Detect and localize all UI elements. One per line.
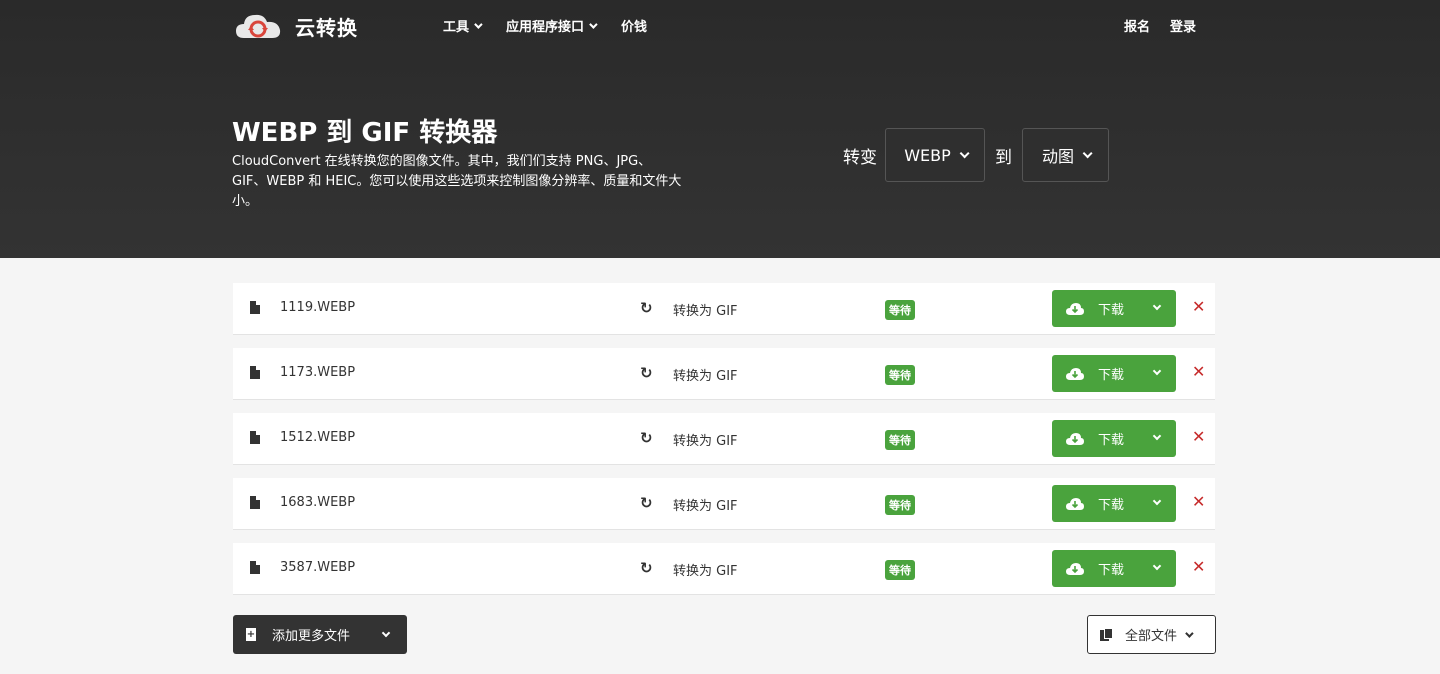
chevron-down-icon [959,147,970,158]
convert-target[interactable]: 转换为 GIF [673,560,738,579]
to-format-value: 动图 [1041,147,1074,166]
chevron-down-icon [1152,496,1162,506]
signup-label: 报名 [1124,20,1151,35]
download-label: 下载 [1098,433,1125,448]
file-row: 1173.WEBP ↻ 转换为 GIF 等待 下载 ✕ [233,348,1215,400]
file-row: 3587.WEBP ↻ 转换为 GIF 等待 下载 ✕ [233,543,1215,595]
cloud-download-icon [1066,497,1084,510]
nav-api[interactable]: 应用程序接口 [506,16,598,35]
chevron-down-icon [589,19,598,29]
file-row: 1683.WEBP ↻ 转换为 GIF 等待 下载 ✕ [233,478,1215,530]
convert-label: 转变 [843,147,877,168]
file-icon [250,301,260,314]
from-format-select[interactable]: WEBP [885,128,985,182]
download-label: 下载 [1098,368,1125,383]
sync-icon[interactable]: ↻ [640,559,653,577]
page-description: CloudConvert 在线转换您的图像文件。其中，我们们支持 PNG、JPG… [232,154,682,209]
status-badge: 等待 [885,430,915,450]
cloud-download-icon [1066,432,1084,445]
logo[interactable]: 云转换 [234,10,358,42]
sync-icon[interactable]: ↻ [640,494,653,512]
nav-tools[interactable]: 工具 [443,16,483,35]
nav-pricing-label: 价钱 [621,20,648,35]
nav-api-label: 应用程序接口 [506,20,585,35]
add-more-files-button[interactable]: + 添加更多文件 [233,615,407,654]
chevron-down-icon [1152,561,1162,571]
hero-banner: 云转换 工具 应用程序接口 价钱 报名 登录 WEBP 到 GIF 转换器 Cl… [0,0,1440,258]
files-icon [1100,628,1113,641]
remove-file-icon[interactable]: ✕ [1192,492,1205,511]
file-icon [250,366,260,379]
download-button[interactable]: 下载 [1052,290,1176,327]
status-badge: 等待 [885,300,915,320]
file-icon [250,561,260,574]
file-name: 1512.WEBP [280,430,356,445]
main-nav: 工具 应用程序接口 价钱 [443,16,673,35]
download-button[interactable]: 下载 [1052,355,1176,392]
file-icon [250,496,260,509]
download-button[interactable]: 下载 [1052,485,1176,522]
convert-target[interactable]: 转换为 GIF [673,365,738,384]
download-label: 下载 [1098,563,1125,578]
nav-tools-label: 工具 [443,20,470,35]
chevron-down-icon [474,19,483,29]
login-label: 登录 [1170,20,1197,35]
cloud-download-icon [1066,562,1084,575]
cloud-logo-icon [234,10,282,42]
all-files-label: 全部文件 [1125,629,1178,644]
convert-target[interactable]: 转换为 GIF [673,300,738,319]
sync-icon[interactable]: ↻ [640,299,653,317]
download-button[interactable]: 下载 [1052,420,1176,457]
login-link[interactable]: 登录 [1170,16,1196,35]
download-button[interactable]: 下载 [1052,550,1176,587]
add-file-icon: + [246,628,256,641]
cloud-download-icon [1066,367,1084,380]
chevron-down-icon [1185,628,1194,638]
file-row: 1119.WEBP ↻ 转换为 GIF 等待 下载 ✕ [233,283,1215,335]
all-files-button[interactable]: 全部文件 [1087,615,1216,654]
download-label: 下载 [1098,303,1125,318]
add-more-files-label: 添加更多文件 [272,629,351,644]
remove-file-icon[interactable]: ✕ [1192,297,1205,316]
convert-target[interactable]: 转换为 GIF [673,430,738,449]
cloud-download-icon [1066,302,1084,315]
sync-icon[interactable]: ↻ [640,429,653,447]
chevron-down-icon [381,628,391,638]
chevron-down-icon [1152,431,1162,441]
file-row: 1512.WEBP ↻ 转换为 GIF 等待 下载 ✕ [233,413,1215,465]
download-label: 下载 [1098,498,1125,513]
from-format-value: WEBP [904,145,951,165]
format-selector: 转变 WEBP 到 动图 [843,128,1109,182]
file-name: 1119.WEBP [280,300,356,315]
chevron-down-icon [1082,147,1093,158]
status-badge: 等待 [885,560,915,580]
chevron-down-icon [1152,301,1162,311]
to-format-select[interactable]: 动图 [1022,128,1109,182]
remove-file-icon[interactable]: ✕ [1192,557,1205,576]
remove-file-icon[interactable]: ✕ [1192,362,1205,381]
status-badge: 等待 [885,365,915,385]
file-name: 3587.WEBP [280,560,356,575]
status-badge: 等待 [885,495,915,515]
file-icon [250,431,260,444]
brand-name: 云转换 [295,15,358,40]
page-title: WEBP 到 GIF 转换器 [232,118,498,148]
remove-file-icon[interactable]: ✕ [1192,427,1205,446]
account-nav: 报名 登录 [1124,16,1216,35]
sync-icon[interactable]: ↻ [640,364,653,382]
chevron-down-icon [1152,366,1162,376]
file-name: 1173.WEBP [280,365,356,380]
to-label: 到 [995,147,1012,168]
convert-target[interactable]: 转换为 GIF [673,495,738,514]
file-name: 1683.WEBP [280,495,356,510]
nav-pricing[interactable]: 价钱 [621,16,647,35]
signup-link[interactable]: 报名 [1124,16,1150,35]
